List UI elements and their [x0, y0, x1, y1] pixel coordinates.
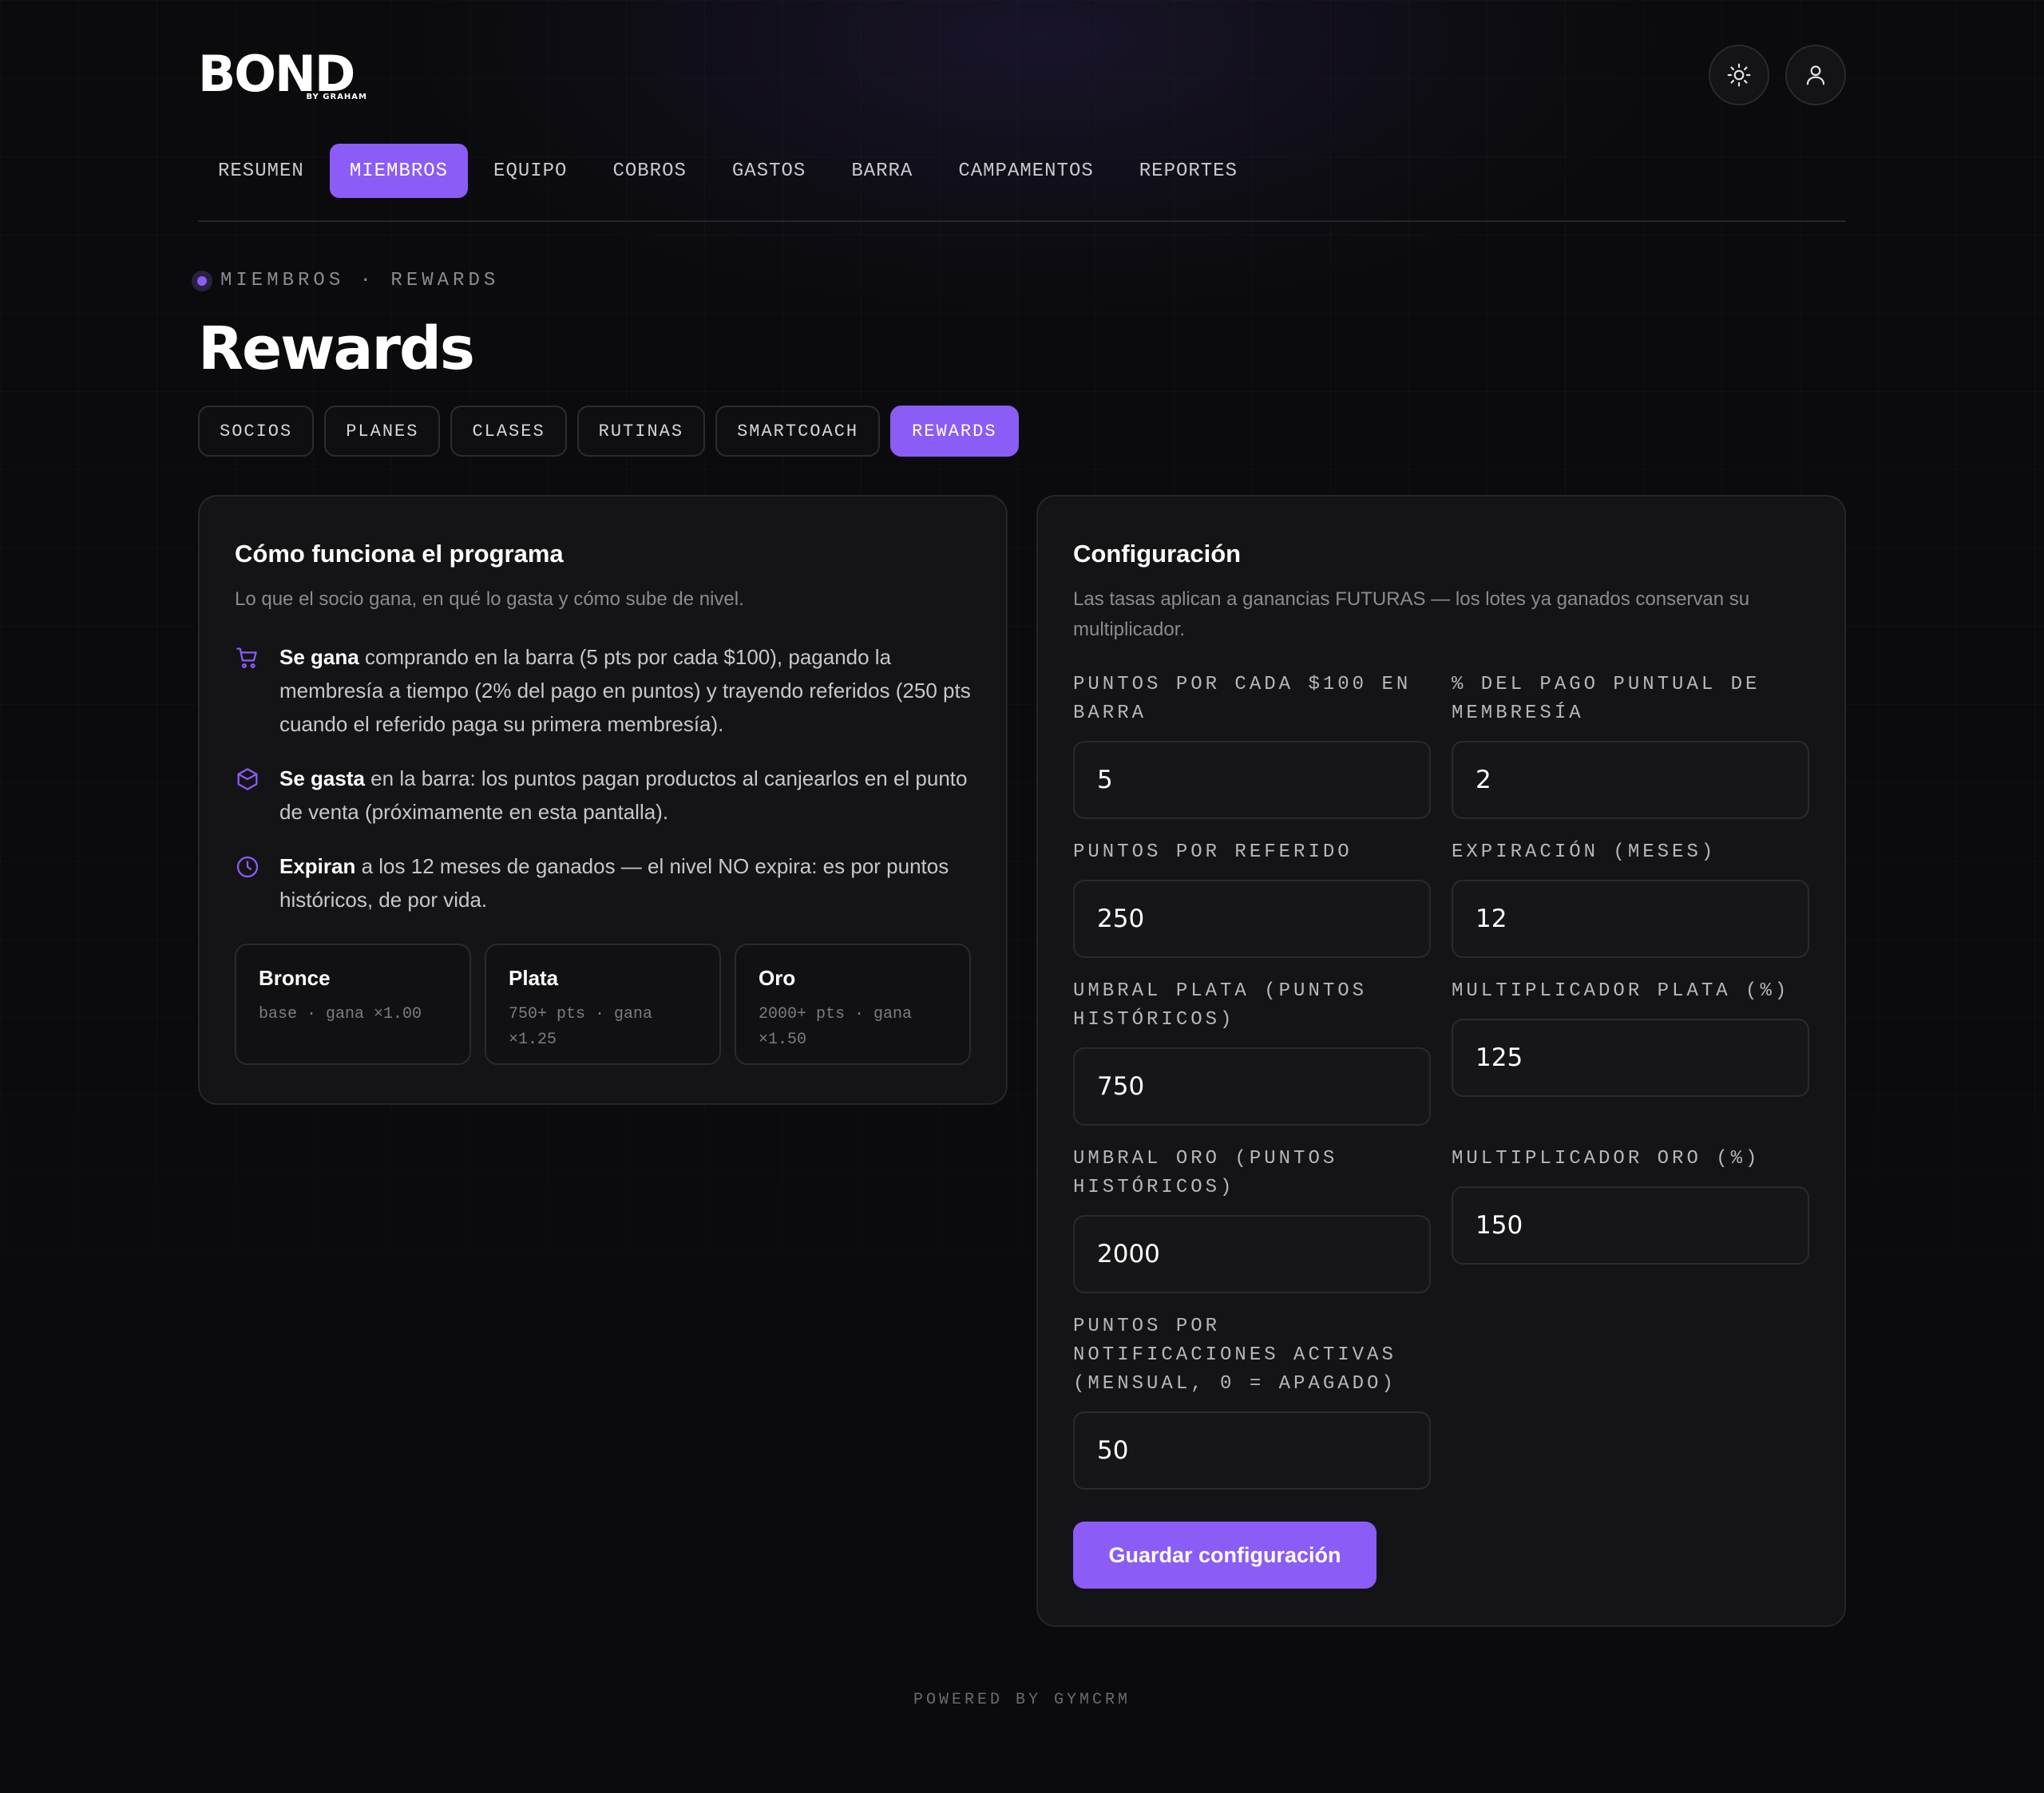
program-bullets: Se gana comprando en la barra (5 pts por… — [235, 640, 977, 937]
theme-toggle-button[interactable] — [1709, 45, 1769, 105]
config-card: Configuración Las tasas aplican a gananc… — [1036, 495, 1846, 1627]
bullet-expire-text: a los 12 meses de ganados — el nivel NO … — [279, 854, 949, 912]
field-label: MULTIPLICADOR ORO (%) — [1452, 1148, 1761, 1170]
tier-oro: Oro 2000+ pts · gana ×1.50 — [735, 944, 971, 1065]
program-card: Cómo funciona el programa Lo que el soci… — [198, 495, 1008, 1105]
tier-plata: Plata 750+ pts · gana ×1.25 — [485, 944, 721, 1065]
nav-item-barra[interactable]: BARRA — [831, 144, 933, 198]
user-icon — [1806, 65, 1825, 85]
logo-text: BOND — [198, 45, 355, 103]
save-config-button[interactable]: Guardar configuración — [1073, 1522, 1377, 1589]
tier-description: 750+ pts · gana ×1.25 — [509, 1005, 653, 1049]
tab-socios[interactable]: SOCIOS — [198, 406, 315, 457]
gold-threshold-input[interactable]: 2000 — [1073, 1215, 1431, 1293]
silver-multiplier-input[interactable]: 125 — [1452, 1019, 1809, 1097]
field-label: EXPIRACIÓN (MESES) — [1452, 841, 1717, 863]
subtabs: SOCIOS PLANES CLASES RUTINAS SMARTCOACH … — [198, 406, 1029, 457]
bullet-spend-text: en la barra: los puntos pagan productos … — [279, 766, 968, 824]
sun-icon — [1727, 63, 1751, 87]
field-label: PUNTOS POR REFERIDO — [1073, 841, 1353, 863]
nav-divider — [198, 220, 1846, 222]
gold-multiplier-input[interactable]: 150 — [1452, 1186, 1809, 1265]
referral-points-input[interactable]: 250 — [1073, 880, 1431, 958]
field-referral-points: PUNTOS POR REFERIDO 250 — [1073, 838, 1432, 958]
logo-subtext: BY GRAHAM — [306, 93, 367, 101]
notification-points-input[interactable]: 50 — [1073, 1411, 1431, 1490]
breadcrumb-dot-icon — [192, 270, 212, 291]
field-label: PUNTOS POR NOTIFICACIONES ACTIVAS (MENSU… — [1073, 1316, 1396, 1395]
nav-item-reportes[interactable]: REPORTES — [1119, 144, 1258, 198]
bullet-earn-text: comprando en la barra (5 pts por cada $1… — [279, 645, 971, 736]
bullet-expire-strong: Expiran — [279, 854, 356, 878]
nav-item-gastos[interactable]: GASTOS — [712, 144, 826, 198]
field-on-time-payment-percent: % DEL PAGO PUNTUAL DE MEMBRESÍA 2 — [1452, 671, 1811, 819]
tab-rutinas[interactable]: RUTINAS — [576, 406, 706, 457]
user-menu-button[interactable] — [1785, 45, 1846, 105]
field-label: % DEL PAGO PUNTUAL DE MEMBRESÍA — [1452, 674, 1761, 724]
tier-name: Bronce — [259, 966, 331, 990]
page-title: Rewards — [198, 315, 475, 383]
bullet-earn: Se gana comprando en la barra (5 pts por… — [235, 640, 977, 741]
tier-description: base · gana ×1.00 — [259, 1005, 422, 1023]
config-title: Configuración — [1073, 540, 1242, 568]
nav-item-equipo[interactable]: EQUIPO — [473, 144, 587, 198]
field-label: PUNTOS POR CADA $100 EN BARRA — [1073, 674, 1412, 724]
footer-powered-by: POWERED BY GYMCRM — [913, 1691, 1131, 1709]
field-gold-threshold: UMBRAL ORO (PUNTOS HISTÓRICOS) 2000 — [1073, 1145, 1432, 1293]
breadcrumb-text: MIEMBROS · REWARDS — [220, 270, 500, 291]
bullet-spend-strong: Se gasta — [279, 766, 365, 790]
field-label: UMBRAL PLATA (PUNTOS HISTÓRICOS) — [1073, 980, 1368, 1031]
field-notification-points: PUNTOS POR NOTIFICACIONES ACTIVAS (MENSU… — [1073, 1312, 1432, 1490]
breadcrumb: MIEMBROS · REWARDS — [192, 270, 499, 291]
header: BOND BY GRAHAM — [198, 45, 1846, 105]
box-icon — [237, 768, 258, 790]
clock-icon — [236, 856, 259, 878]
field-label: UMBRAL ORO (PUNTOS HISTÓRICOS) — [1073, 1148, 1338, 1198]
bullet-spend: Se gasta en la barra: los puntos pagan p… — [235, 762, 977, 829]
bullet-expire: Expiran a los 12 meses de ganados — el n… — [235, 849, 977, 916]
tab-clases[interactable]: CLASES — [450, 406, 567, 457]
brand-logo[interactable]: BOND BY GRAHAM — [198, 45, 369, 103]
config-description: Las tasas aplican a ganancias FUTURAS — … — [1073, 588, 1750, 640]
field-silver-threshold: UMBRAL PLATA (PUNTOS HISTÓRICOS) 750 — [1073, 977, 1432, 1126]
field-silver-multiplier: MULTIPLICADOR PLATA (%) 125 — [1452, 977, 1811, 1097]
tier-description: 2000+ pts · gana ×1.50 — [759, 1005, 913, 1049]
program-description: Lo que el socio gana, en qué lo gasta y … — [235, 588, 744, 610]
on-time-payment-percent-input[interactable]: 2 — [1452, 741, 1809, 819]
nav-item-campamentos[interactable]: CAMPAMENTOS — [938, 144, 1113, 198]
points-per-100-input[interactable]: 5 — [1073, 741, 1431, 819]
tab-smartcoach[interactable]: SMARTCOACH — [715, 406, 881, 457]
tier-list: Bronce base · gana ×1.00 Plata 750+ pts … — [235, 944, 971, 1065]
field-points-per-100: PUNTOS POR CADA $100 EN BARRA 5 — [1073, 671, 1432, 819]
main-nav: RESUMEN MIEMBROS EQUIPO COBROS GASTOS BA… — [198, 144, 1263, 198]
nav-item-cobros[interactable]: COBROS — [592, 144, 706, 198]
silver-threshold-input[interactable]: 750 — [1073, 1047, 1431, 1126]
bullet-earn-strong: Se gana — [279, 645, 359, 669]
tier-name: Plata — [509, 966, 559, 990]
nav-item-miembros[interactable]: MIEMBROS — [329, 144, 469, 198]
cart-icon — [236, 647, 257, 669]
tab-planes[interactable]: PLANES — [324, 406, 441, 457]
tier-name: Oro — [759, 966, 796, 990]
field-label: MULTIPLICADOR PLATA (%) — [1452, 980, 1790, 1002]
field-expiration-months: EXPIRACIÓN (MESES) 12 — [1452, 838, 1811, 958]
tier-bronce: Bronce base · gana ×1.00 — [235, 944, 471, 1065]
field-gold-multiplier: MULTIPLICADOR ORO (%) 150 — [1452, 1145, 1811, 1265]
expiration-months-input[interactable]: 12 — [1452, 880, 1809, 958]
tab-rewards[interactable]: REWARDS — [890, 406, 1019, 457]
nav-item-resumen[interactable]: RESUMEN — [198, 144, 324, 198]
program-title: Cómo funciona el programa — [235, 540, 564, 568]
